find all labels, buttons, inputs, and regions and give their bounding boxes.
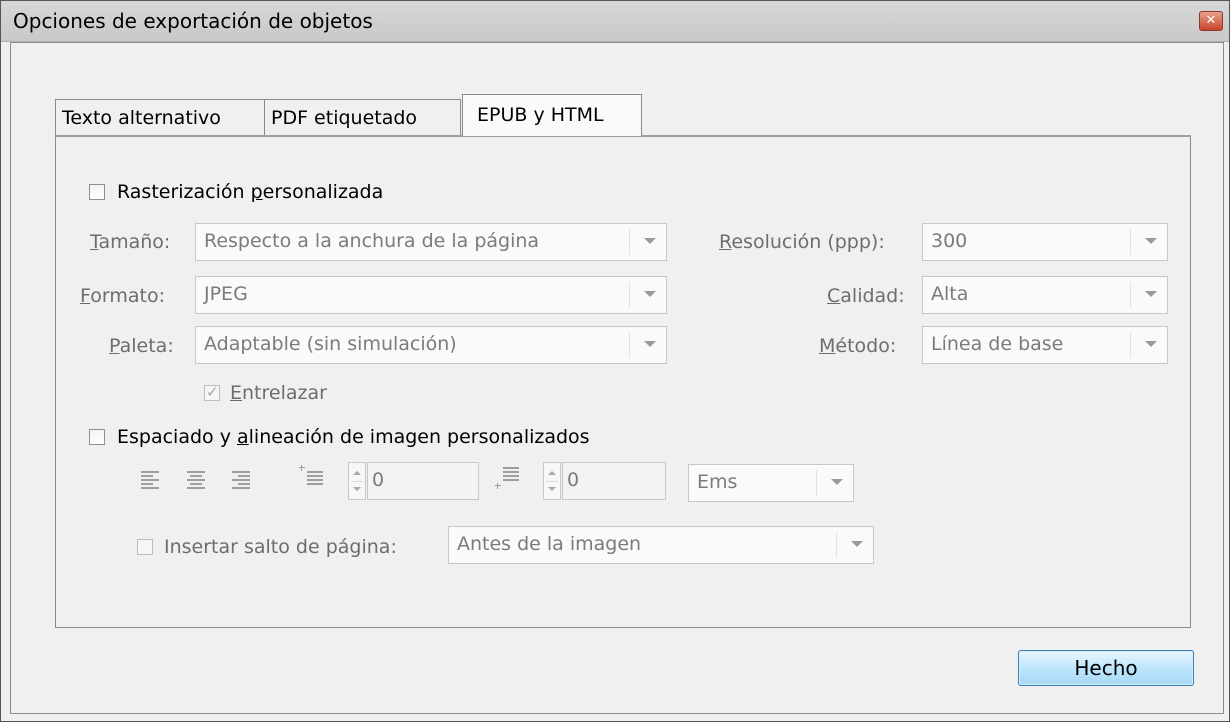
units-select[interactable]: Ems <box>688 464 854 502</box>
page-break-select[interactable]: Antes de la imagen <box>448 526 874 564</box>
done-button-label: Hecho <box>1074 656 1138 680</box>
tab-label: PDF etiquetado <box>271 107 418 129</box>
palette-select[interactable]: Adaptable (sin simulación) <box>195 326 667 364</box>
done-button[interactable]: Hecho <box>1018 650 1194 686</box>
space-after-stepper[interactable] <box>543 462 561 500</box>
method-select-value: Línea de base <box>931 333 1064 355</box>
units-select-value: Ems <box>697 471 738 493</box>
quality-label: Calidad: <box>827 285 905 307</box>
tab-pdf-etiquetado[interactable]: PDF etiquetado <box>264 99 461 135</box>
method-select[interactable]: Línea de base <box>922 326 1168 364</box>
page-break-checkbox[interactable] <box>137 539 153 555</box>
arrow-down-icon <box>353 487 361 491</box>
tab-label: EPUB y HTML <box>477 104 604 126</box>
space-before-input[interactable]: 0 <box>367 462 479 500</box>
tab-label: Texto alternativo <box>62 107 221 129</box>
resolution-select[interactable]: 300 <box>922 223 1168 261</box>
custom-spacing-checkbox[interactable] <box>89 429 105 445</box>
window-title: Opciones de exportación de objetos <box>13 9 373 33</box>
checkmark-icon: ✓ <box>206 383 219 401</box>
align-center-icon[interactable] <box>187 471 207 489</box>
chevron-down-icon <box>644 341 656 347</box>
size-select[interactable]: Respecto a la anchura de la página <box>195 223 667 261</box>
tab-texto-alternativo[interactable]: Texto alternativo <box>55 99 265 135</box>
page-break-select-value: Antes de la imagen <box>457 533 642 555</box>
quality-select-value: Alta <box>931 283 969 305</box>
page-break-label[interactable]: Insertar salto de página: <box>164 536 397 558</box>
chevron-down-icon <box>644 238 656 244</box>
resolution-label: Resolución (ppp): <box>719 231 885 253</box>
interlace-label[interactable]: Entrelazar <box>230 382 327 404</box>
custom-raster-label[interactable]: Rasterización personalizada <box>117 181 383 203</box>
quality-select[interactable]: Alta <box>922 276 1168 314</box>
palette-select-value: Adaptable (sin simulación) <box>204 333 457 355</box>
space-before-icon <box>299 465 325 489</box>
space-after-input[interactable]: 0 <box>562 462 666 500</box>
chevron-down-icon <box>1145 341 1157 347</box>
resolution-select-value: 300 <box>931 230 968 252</box>
arrow-up-icon <box>353 471 361 475</box>
close-button[interactable]: ✕ <box>1199 11 1223 31</box>
align-left-icon[interactable] <box>141 471 161 489</box>
palette-label: Paleta: <box>109 335 174 357</box>
chevron-down-icon <box>851 541 863 547</box>
space-after-icon <box>495 465 521 489</box>
title-bar: Opciones de exportación de objetos ✕ <box>1 1 1229 42</box>
method-label: Método: <box>819 335 897 357</box>
chevron-down-icon <box>1145 291 1157 297</box>
space-before-stepper[interactable] <box>348 462 366 500</box>
custom-spacing-label[interactable]: Espaciado y alineación de imagen persona… <box>117 426 590 448</box>
size-select-value: Respecto a la anchura de la página <box>204 230 540 252</box>
dialog-window: Opciones de exportación de objetos ✕ Tex… <box>0 0 1230 722</box>
interlace-checkbox[interactable]: ✓ <box>204 383 220 401</box>
format-select[interactable]: JPEG <box>195 276 667 314</box>
chevron-down-icon <box>831 479 843 485</box>
chevron-down-icon <box>1145 238 1157 244</box>
align-right-icon[interactable] <box>232 471 252 489</box>
custom-raster-checkbox[interactable] <box>89 184 105 200</box>
format-select-value: JPEG <box>204 283 248 305</box>
format-label: Formato: <box>80 285 165 307</box>
arrow-down-icon <box>548 487 556 491</box>
arrow-up-icon <box>548 471 556 475</box>
chevron-down-icon <box>644 291 656 297</box>
close-icon: ✕ <box>1205 13 1217 28</box>
size-label: Tamaño: <box>90 231 171 253</box>
tab-epub-html[interactable]: EPUB y HTML <box>462 94 642 136</box>
